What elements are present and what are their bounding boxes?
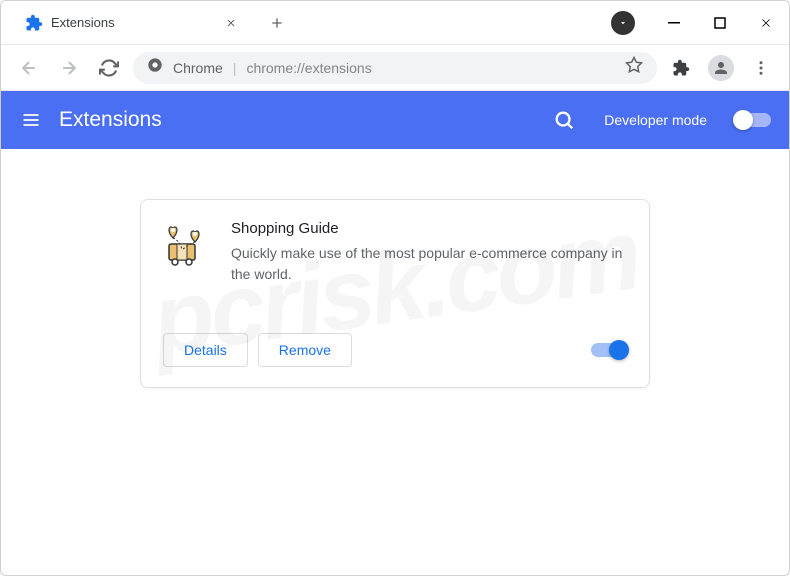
browser-tab[interactable]: Extensions xyxy=(9,1,251,44)
maximize-button[interactable] xyxy=(697,1,743,45)
hamburger-menu-button[interactable] xyxy=(19,108,43,132)
extension-puzzle-icon xyxy=(25,14,43,32)
extensions-header: Extensions Developer mode xyxy=(1,91,789,149)
close-window-button[interactable] xyxy=(743,1,789,45)
address-bar: Chrome | chrome://extensions xyxy=(1,45,789,91)
content-area: Shopping Guide Quickly make use of the m… xyxy=(1,149,789,388)
minimize-button[interactable] xyxy=(651,1,697,45)
search-button[interactable] xyxy=(548,104,580,136)
window-controls xyxy=(651,1,789,45)
extension-enabled-toggle[interactable] xyxy=(591,343,627,357)
extension-app-icon xyxy=(163,220,209,266)
omnibox-url: chrome://extensions xyxy=(246,60,371,76)
new-tab-button[interactable] xyxy=(263,9,291,37)
back-button[interactable] xyxy=(13,52,45,84)
omnibox-scheme: Chrome xyxy=(173,60,223,76)
kebab-menu-button[interactable] xyxy=(745,52,777,84)
remove-button[interactable]: Remove xyxy=(258,333,352,367)
details-button[interactable]: Details xyxy=(163,333,248,367)
tab-search-icon[interactable] xyxy=(611,11,635,35)
tab-close-button[interactable] xyxy=(223,15,239,31)
browser-window: Extensions xyxy=(0,0,790,576)
bookmark-star-icon[interactable] xyxy=(625,56,643,79)
extensions-button[interactable] xyxy=(665,52,697,84)
extension-card: Shopping Guide Quickly make use of the m… xyxy=(140,199,650,388)
reload-button[interactable] xyxy=(93,52,125,84)
extension-name: Shopping Guide xyxy=(231,220,627,237)
tab-title: Extensions xyxy=(51,15,115,30)
developer-mode-toggle[interactable] xyxy=(735,113,771,127)
profile-button[interactable] xyxy=(705,52,737,84)
developer-mode-label: Developer mode xyxy=(604,112,707,128)
title-bar: Extensions xyxy=(1,1,789,45)
extension-description: Quickly make use of the most popular e-c… xyxy=(231,243,627,285)
page-title: Extensions xyxy=(59,108,162,132)
omnibox-separator: | xyxy=(233,60,237,76)
omnibox[interactable]: Chrome | chrome://extensions xyxy=(133,52,657,84)
forward-button[interactable] xyxy=(53,52,85,84)
chrome-logo-icon xyxy=(147,57,163,78)
